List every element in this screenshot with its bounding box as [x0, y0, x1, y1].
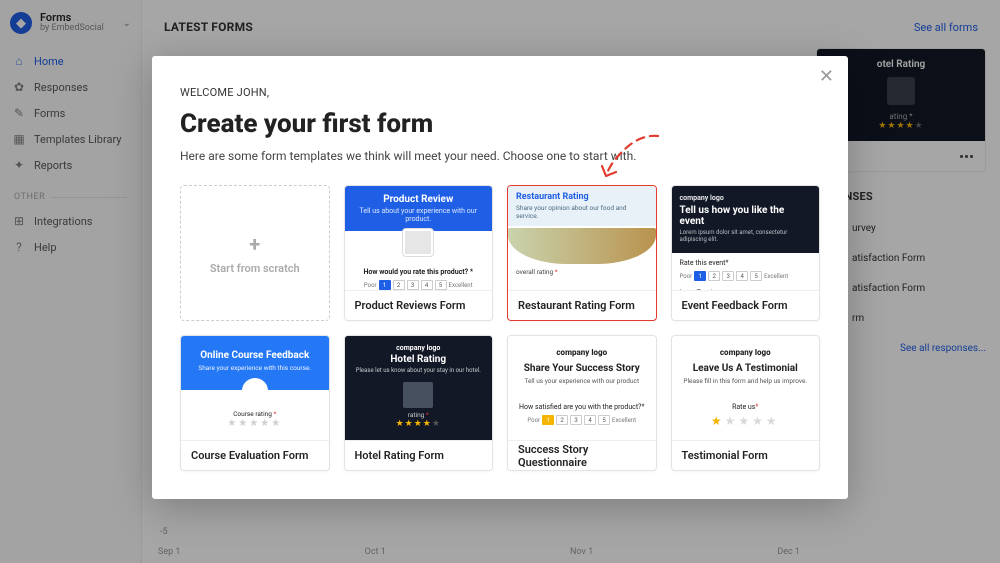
card-label: Success Story Questionnaire	[508, 440, 656, 470]
preview-question: How would you rate this product? *	[363, 268, 473, 276]
start-from-scratch-card[interactable]: + Start from scratch	[180, 185, 330, 321]
preview-title: Tell us how you like the event	[680, 205, 812, 227]
preview-title: Hotel Rating	[351, 354, 487, 365]
poor-label: Poor	[364, 280, 377, 290]
preview-question: rating	[408, 411, 429, 419]
scratch-label: Start from scratch	[210, 262, 300, 275]
preview-subtitle: Share your experience with this course.	[187, 364, 323, 372]
template-hotel-rating[interactable]: company logo Hotel Rating Please let us …	[344, 335, 494, 471]
preview-question: Long Text*	[672, 281, 722, 290]
preview-logo: company logo	[351, 344, 487, 352]
card-label: Course Evaluation Form	[181, 440, 329, 470]
card-label: Testimonial Form	[672, 440, 820, 470]
preview-subtitle: Share your opinion about our food and se…	[516, 204, 648, 220]
template-course-evaluation[interactable]: Online Course Feedback Share your experi…	[180, 335, 330, 471]
preview-title: Leave Us A Testimonial	[680, 363, 812, 374]
image-icon	[403, 229, 433, 256]
card-label: Product Reviews Form	[345, 290, 493, 320]
rating-bar: Poor 12345 Excellent	[364, 280, 473, 290]
card-label: Restaurant Rating Form	[508, 290, 656, 320]
modal-subtitle: Here are some form templates we think wi…	[180, 149, 820, 163]
preview-title: Online Course Feedback	[187, 350, 323, 361]
preview-question: Course rating	[233, 410, 276, 418]
template-testimonial[interactable]: company logo Leave Us A Testimonial Plea…	[671, 335, 821, 471]
rating-bar: Poor 12345 Excellent	[527, 415, 636, 425]
card-label: Event Feedback Form	[672, 290, 820, 320]
image-icon	[242, 378, 268, 404]
preview-question: Rate this event*	[672, 253, 820, 267]
preview-subtitle: Please fill in this form and help us imp…	[680, 377, 812, 385]
template-grid: + Start from scratch Product Review Tell…	[180, 185, 820, 471]
preview-question: overall rating	[508, 268, 558, 276]
plus-icon: +	[249, 232, 260, 256]
stars-icon: ★★★★★	[227, 418, 282, 429]
template-event-feedback[interactable]: company logo Tell us how you like the ev…	[671, 185, 821, 321]
annotation-arrow-icon	[598, 132, 668, 188]
image-icon	[403, 382, 433, 408]
stars-icon: ★★★★★	[396, 419, 441, 429]
card-label: Hotel Rating Form	[345, 440, 493, 470]
template-product-reviews[interactable]: Product Review Tell us about your experi…	[344, 185, 494, 321]
welcome-text: WELCOME JOHN,	[180, 86, 820, 99]
preview-subtitle: Tell us about your experience with our p…	[351, 207, 487, 223]
food-image-icon	[508, 228, 656, 264]
preview-title: Product Review	[351, 194, 487, 205]
preview-logo: company logo	[680, 348, 812, 357]
preview-logo: company logo	[680, 194, 812, 202]
preview-subtitle: Tell us your experience with our product	[516, 377, 648, 385]
preview-title: Share Your Success Story	[516, 363, 648, 374]
template-restaurant-rating[interactable]: Restaurant Rating Share your opinion abo…	[507, 185, 657, 321]
preview-subtitle: Please let us know about your stay in ou…	[351, 367, 487, 374]
preview-question: Rate us	[732, 403, 758, 411]
preview-question: How satisfied are you with the product?*	[519, 403, 644, 411]
preview-title: Restaurant Rating	[516, 192, 648, 202]
onboarding-modal: ✕ WELCOME JOHN, Create your first form H…	[152, 56, 848, 499]
excellent-label: Excellent	[449, 280, 473, 290]
preview-logo: company logo	[516, 348, 648, 357]
template-success-story[interactable]: company logo Share Your Success Story Te…	[507, 335, 657, 471]
stars-icon: ★★★★★	[711, 414, 780, 428]
modal-title: Create your first form	[180, 109, 820, 139]
close-icon[interactable]: ✕	[819, 66, 834, 87]
preview-subtitle: Lorem ipsum dolor sit amet, consectetur …	[680, 229, 812, 243]
